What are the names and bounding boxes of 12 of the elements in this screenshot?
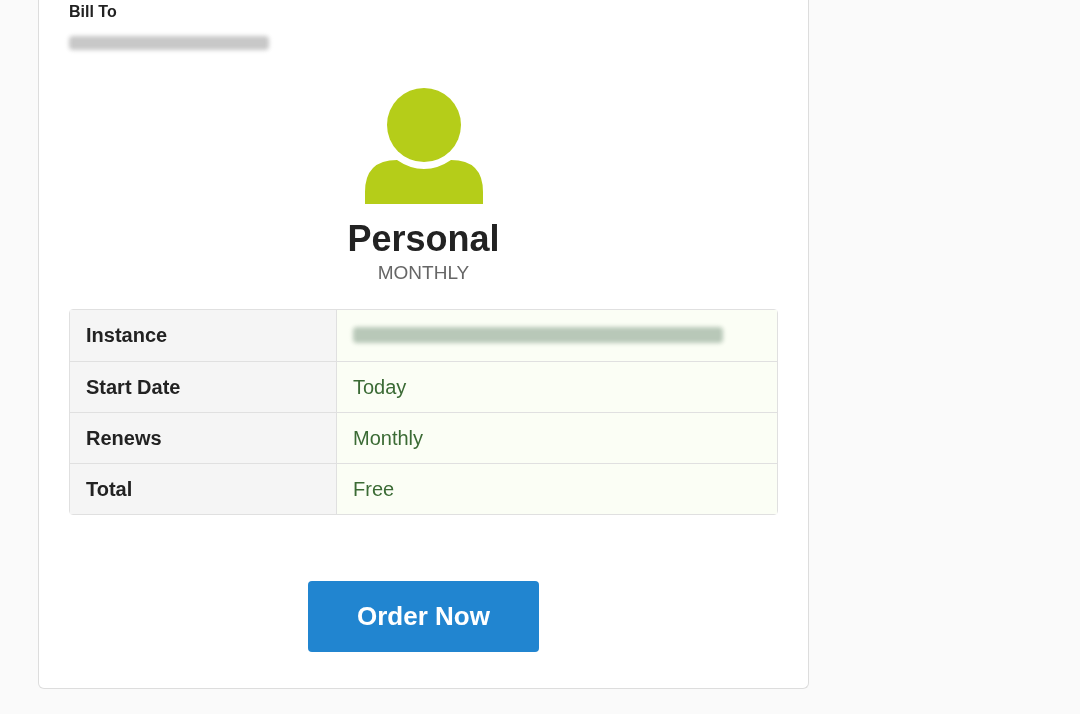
row-label: Total <box>70 463 337 514</box>
row-label: Start Date <box>70 361 337 412</box>
bill-to-heading: Bill To <box>69 2 118 22</box>
row-value: Monthly <box>337 412 777 463</box>
row-label: Renews <box>70 412 337 463</box>
billing-cycle: MONTHLY <box>377 261 470 285</box>
user-icon <box>364 88 483 206</box>
row-label: Instance <box>70 309 337 361</box>
plan-name: Personal <box>347 217 500 261</box>
row-value: Today <box>337 361 777 412</box>
row-value: Free <box>337 463 777 514</box>
order-now-button[interactable]: Order Now <box>308 580 539 652</box>
